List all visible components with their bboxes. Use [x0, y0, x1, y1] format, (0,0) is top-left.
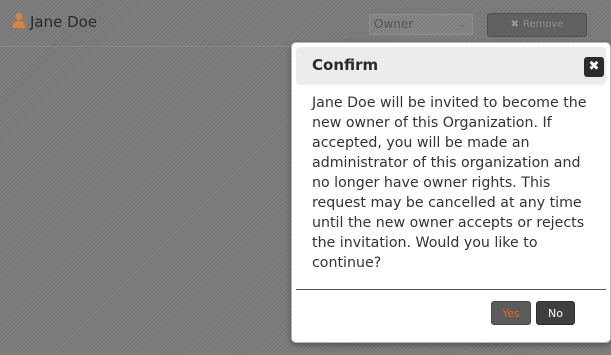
- dialog-divider: [296, 289, 606, 290]
- remove-button-label: Remove: [522, 19, 564, 30]
- member-name: Jane Doe: [30, 13, 98, 31]
- person-icon: [12, 12, 26, 28]
- close-icon: ✖: [510, 19, 519, 30]
- yes-button[interactable]: Yes: [491, 301, 531, 325]
- role-select-value: Owner: [374, 17, 414, 31]
- member-row: Jane Doe Owner ⌄ ✖ Remove: [0, 0, 611, 47]
- role-select[interactable]: Owner ⌄: [369, 14, 473, 35]
- dialog-header: Confirm ✖: [296, 47, 606, 85]
- remove-button[interactable]: ✖ Remove: [487, 13, 587, 37]
- no-button[interactable]: No: [536, 301, 575, 325]
- close-icon: ✖: [588, 59, 600, 74]
- dialog-title: Confirm: [312, 56, 379, 74]
- dialog-close-button[interactable]: ✖: [584, 57, 604, 77]
- confirm-dialog: Confirm ✖ Jane Doe will be invited to be…: [291, 42, 611, 343]
- dialog-message: Jane Doe will be invited to become the n…: [312, 95, 587, 271]
- chevron-down-icon: ⌄: [457, 19, 466, 30]
